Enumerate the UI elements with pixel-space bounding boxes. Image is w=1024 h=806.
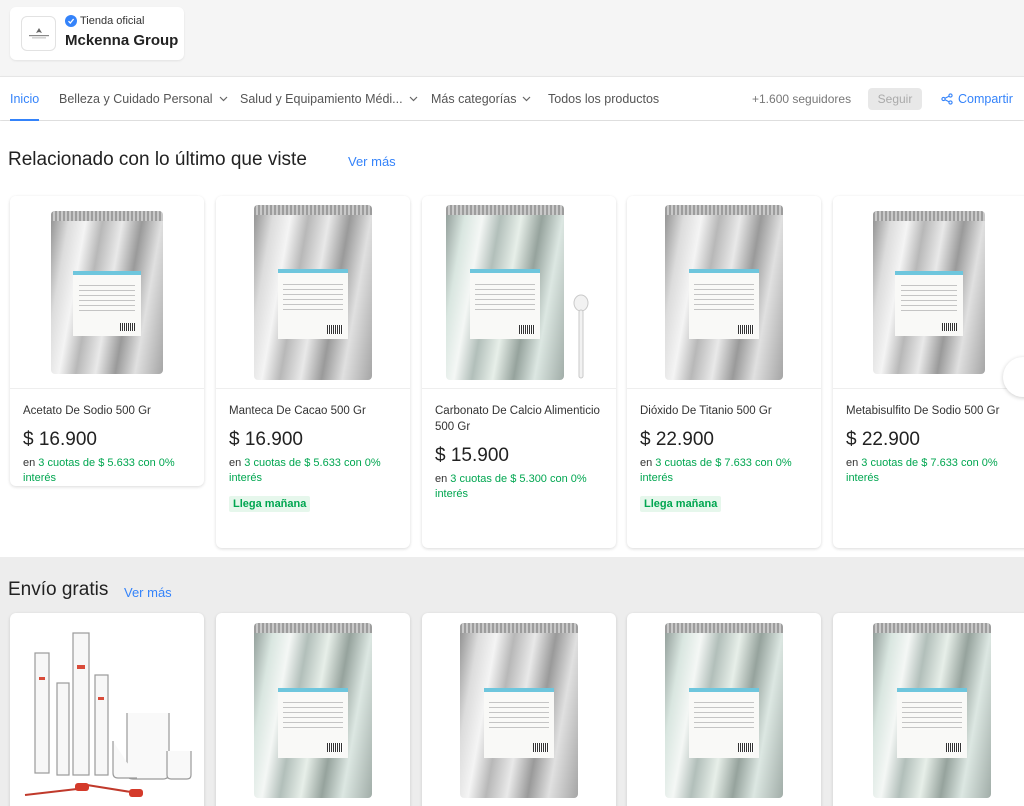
verified-check-icon bbox=[65, 15, 77, 27]
pouch-image bbox=[254, 204, 372, 380]
product-price: $ 22.900 bbox=[640, 429, 714, 450]
product-image bbox=[216, 196, 410, 389]
brand-name: Mckenna Group bbox=[65, 32, 179, 49]
logo-mark-icon bbox=[28, 27, 49, 38]
product-price: $ 22.900 bbox=[846, 429, 920, 450]
installments-text: en 3 cuotas de $ 7.633 con 0% interés bbox=[846, 457, 998, 484]
product-title: Metabisulfito De Sodio 500 Gr bbox=[846, 405, 1000, 417]
store-navbar: Inicio Belleza y Cuidado Personal Salud … bbox=[0, 76, 1024, 121]
nav-item-salud[interactable]: Salud y Equipamiento Médi... bbox=[240, 77, 418, 121]
chevron-down-icon bbox=[523, 96, 531, 102]
nav-item-label: Inicio bbox=[10, 92, 40, 106]
installments-text: en 3 cuotas de $ 7.633 con 0% interés bbox=[640, 457, 792, 484]
free-shipping-section: Envío gratis Ver más bbox=[0, 557, 1024, 806]
scoop-icon bbox=[573, 294, 589, 379]
pouch-image bbox=[446, 204, 564, 380]
product-card[interactable] bbox=[833, 613, 1024, 806]
product-image bbox=[833, 196, 1024, 389]
product-card[interactable]: Metabisulfito De Sodio 500 Gr $ 22.900 e… bbox=[833, 196, 1024, 548]
installments-text: en 3 cuotas de $ 5.633 con 0% interés bbox=[229, 457, 381, 484]
nav-item-belleza[interactable]: Belleza y Cuidado Personal bbox=[59, 77, 228, 121]
nav-item-inicio[interactable]: Inicio bbox=[10, 77, 40, 121]
official-store-text: Tienda oficial bbox=[80, 15, 145, 27]
store-banner: Tienda oficial Mckenna Group bbox=[0, 0, 1024, 76]
section-title: Envío gratis bbox=[8, 579, 109, 600]
followers-count: +1.600 seguidores bbox=[752, 92, 852, 106]
share-button[interactable]: Compartir bbox=[941, 77, 1013, 121]
product-title: Acetato De Sodio 500 Gr bbox=[23, 405, 151, 417]
product-card[interactable]: Carbonato De Calcio Alimenticio 500 Gr $… bbox=[422, 196, 616, 548]
nav-item-todos[interactable]: Todos los productos bbox=[548, 77, 659, 121]
installments-text: en 3 cuotas de $ 5.300 con 0% interés bbox=[435, 473, 587, 500]
product-price: $ 15.900 bbox=[435, 445, 509, 466]
see-more-link[interactable]: Ver más bbox=[124, 585, 172, 600]
product-image bbox=[10, 196, 204, 389]
product-image bbox=[422, 196, 616, 389]
product-card[interactable]: Dióxido De Titanio 500 Gr $ 22.900 en 3 … bbox=[627, 196, 821, 548]
brand-logo bbox=[21, 16, 56, 51]
product-card[interactable] bbox=[10, 613, 204, 806]
product-card[interactable]: Acetato De Sodio 500 Gr $ 16.900 en 3 cu… bbox=[10, 196, 204, 486]
pouch-image bbox=[254, 623, 372, 798]
pouch-image bbox=[665, 204, 783, 380]
delivery-badge: Llega mañana bbox=[229, 496, 311, 512]
official-store-label: Tienda oficial bbox=[65, 15, 144, 27]
nav-item-mas-categorias[interactable]: Más categorías bbox=[431, 77, 531, 121]
product-card[interactable] bbox=[216, 613, 410, 806]
product-title: Carbonato De Calcio Alimenticio 500 Gr bbox=[435, 405, 600, 433]
product-title: Manteca De Cacao 500 Gr bbox=[229, 405, 366, 417]
nav-item-label: Más categorías bbox=[431, 92, 517, 106]
chevron-down-icon bbox=[219, 96, 228, 102]
delivery-badge: Llega mañana bbox=[640, 496, 722, 512]
pouch-image bbox=[873, 210, 985, 374]
section-title: Relacionado con lo último que viste bbox=[8, 149, 307, 170]
product-card[interactable]: Manteca De Cacao 500 Gr $ 16.900 en 3 cu… bbox=[216, 196, 410, 548]
nav-item-label: Todos los productos bbox=[548, 92, 660, 106]
product-card[interactable] bbox=[627, 613, 821, 806]
chevron-down-icon bbox=[409, 96, 418, 102]
product-card[interactable] bbox=[422, 613, 616, 806]
product-title: Dióxido De Titanio 500 Gr bbox=[640, 405, 772, 417]
pouch-image bbox=[51, 210, 163, 374]
product-price: $ 16.900 bbox=[23, 429, 97, 450]
nav-item-label: Belleza y Cuidado Personal bbox=[59, 92, 213, 106]
lab-glassware-image bbox=[24, 632, 192, 797]
share-label: Compartir bbox=[958, 92, 1013, 106]
installments-text: en 3 cuotas de $ 5.633 con 0% interés bbox=[23, 457, 175, 484]
follow-button[interactable]: Seguir bbox=[868, 88, 922, 110]
share-icon bbox=[941, 93, 953, 105]
related-recent-section: Relacionado con lo último que viste Ver … bbox=[0, 121, 1024, 557]
pouch-image bbox=[873, 623, 991, 798]
brand-card[interactable]: Tienda oficial Mckenna Group bbox=[10, 7, 184, 60]
product-price: $ 16.900 bbox=[229, 429, 303, 450]
pouch-image bbox=[665, 623, 783, 798]
see-more-link[interactable]: Ver más bbox=[348, 154, 396, 169]
nav-item-label: Salud y Equipamiento Médi... bbox=[240, 92, 403, 106]
product-image bbox=[627, 196, 821, 389]
pouch-image bbox=[460, 623, 578, 798]
